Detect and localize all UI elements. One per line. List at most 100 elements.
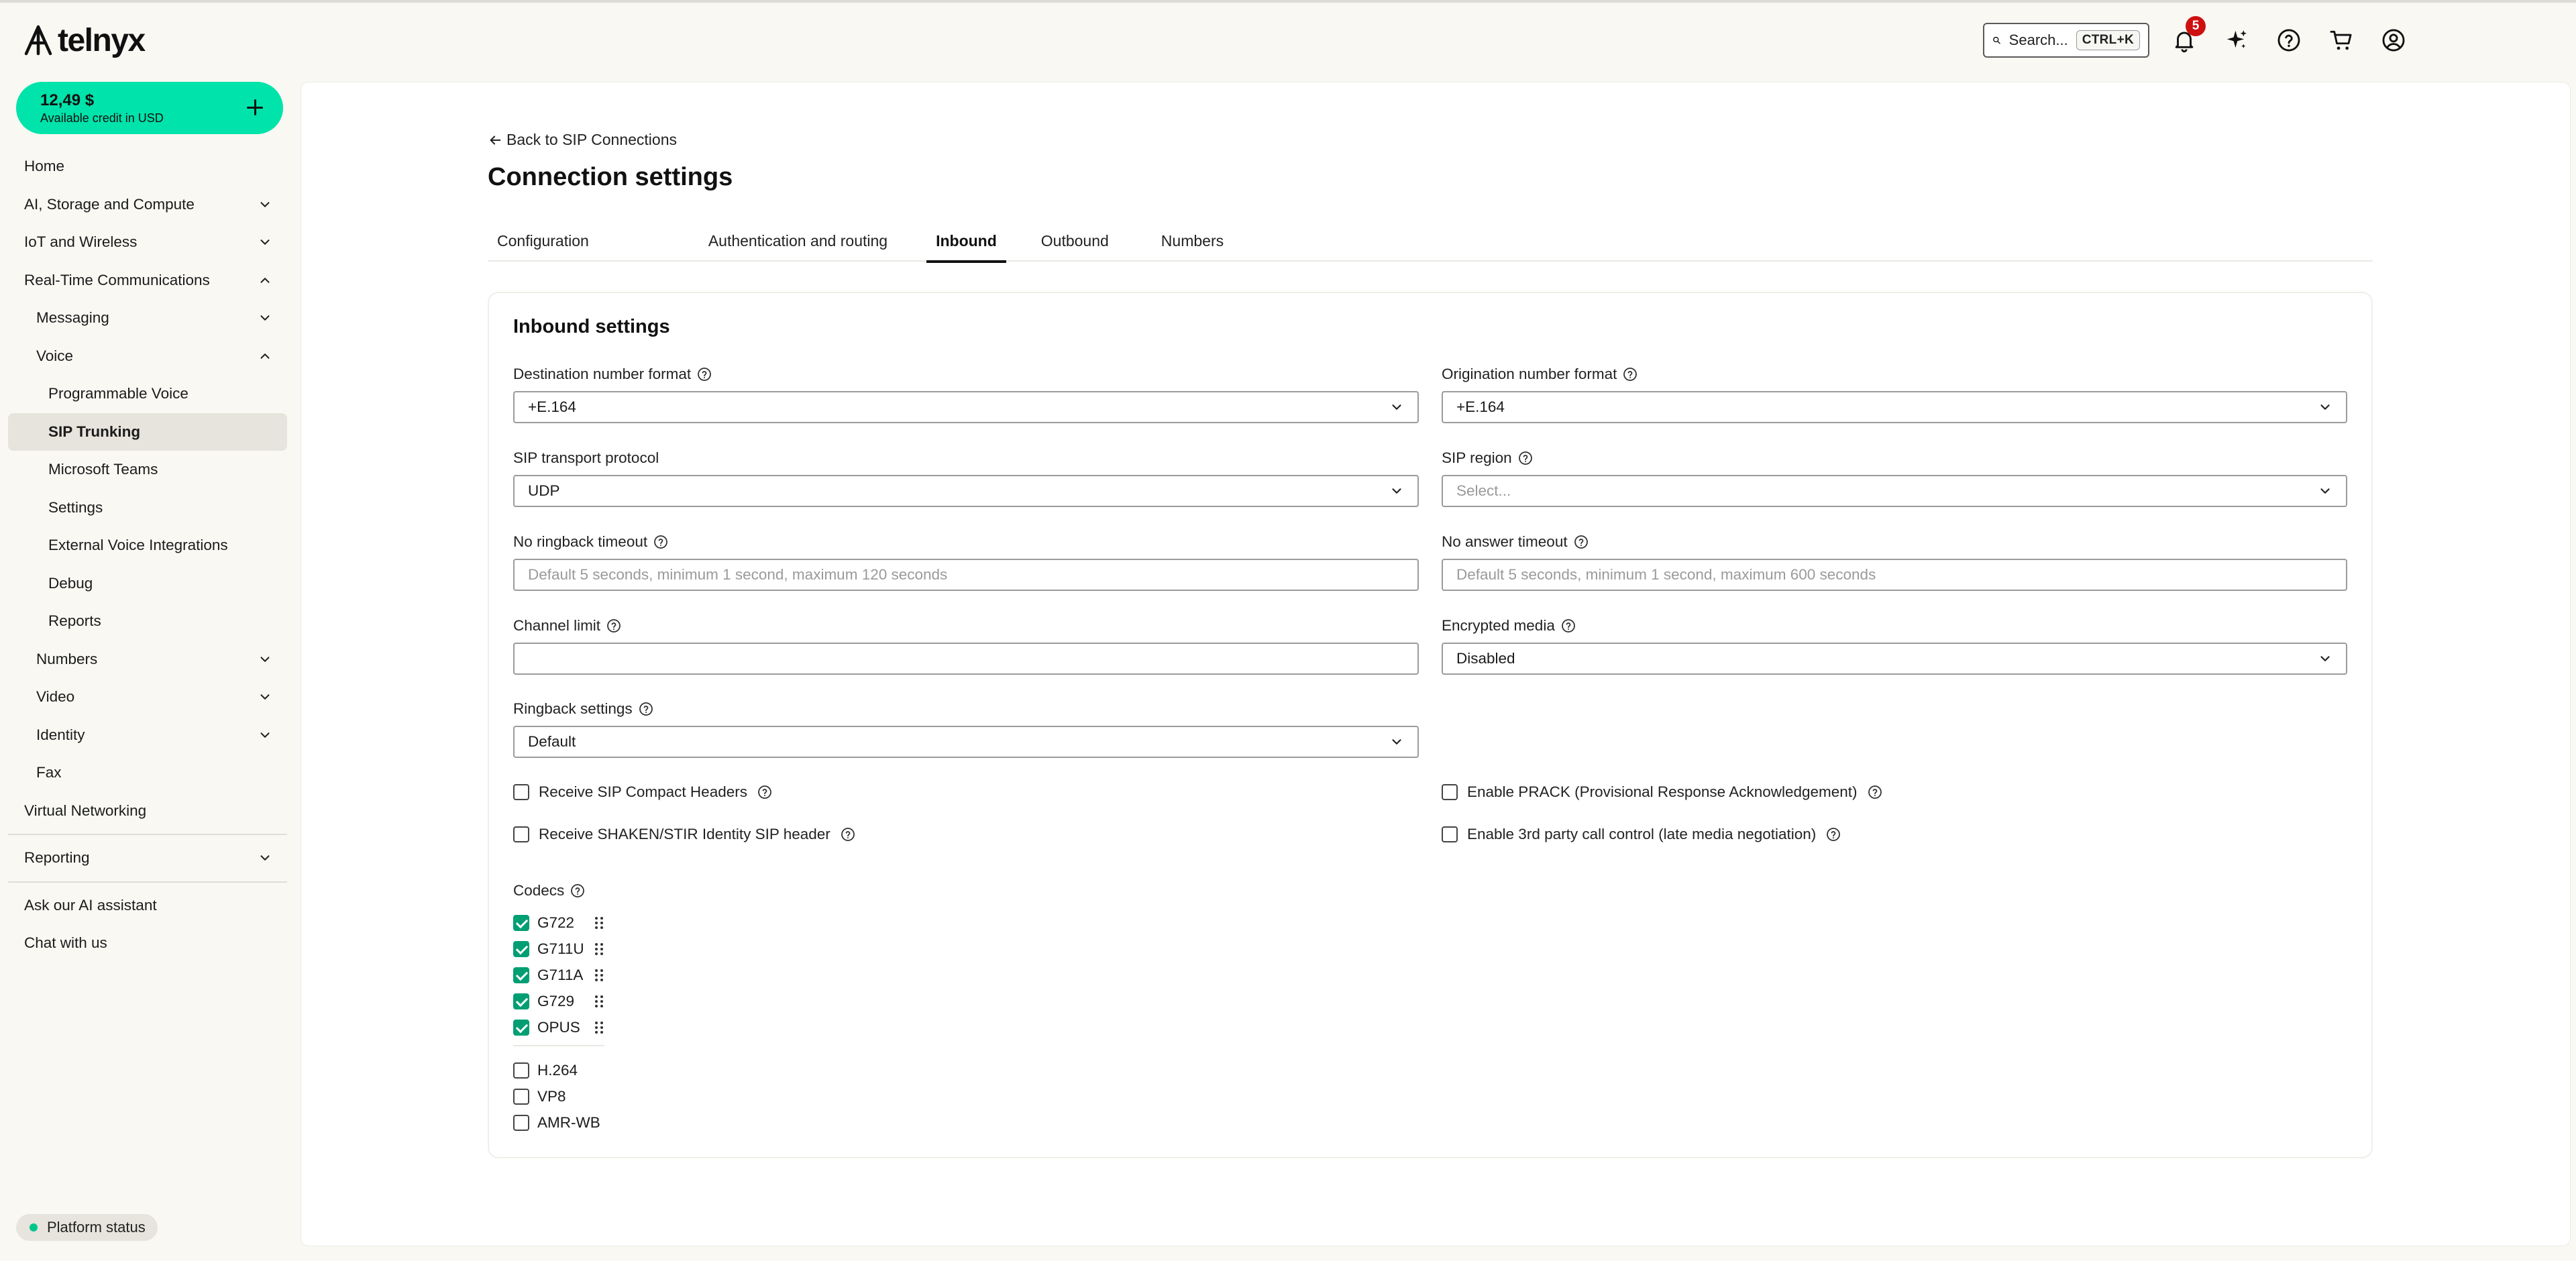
drag-handle-icon[interactable] [594, 994, 604, 1009]
origination-number-format-select[interactable]: +E.164 [1442, 391, 2347, 423]
destination-number-format-select[interactable]: +E.164 [513, 391, 1419, 423]
tab-numbers[interactable]: Numbers [1152, 220, 1233, 262]
sidebar-item-label: Real-Time Communications [24, 271, 210, 288]
codec-label: G729 [537, 993, 575, 1009]
codec-item-g729[interactable]: G729 [513, 991, 621, 1011]
codec-item-opus[interactable]: OPUS [513, 1018, 621, 1038]
help-circle-icon[interactable] [1867, 784, 1883, 800]
channel-limit-input[interactable] [513, 643, 1419, 675]
sidebar-item-messaging[interactable]: Messaging [8, 299, 287, 337]
field-label: Channel limit [513, 617, 601, 634]
sidebar-item-programmable-voice[interactable]: Programmable Voice [8, 375, 287, 413]
credit-balance-card[interactable]: 12,49 $ Available credit in USD [16, 82, 283, 134]
codec-checkbox[interactable] [513, 1062, 529, 1079]
codec-item-g722[interactable]: G722 [513, 913, 621, 933]
add-credit-icon[interactable] [241, 94, 268, 121]
platform-status-button[interactable]: Platform status [16, 1214, 158, 1241]
prack-option[interactable]: Enable PRACK (Provisional Response Ackno… [1442, 782, 1883, 802]
notifications-button[interactable]: 5 [2167, 16, 2206, 58]
help-circle-icon[interactable] [1560, 618, 1576, 634]
codec-checkbox[interactable] [513, 915, 529, 931]
drag-handle-icon[interactable] [594, 968, 604, 983]
channel-limit-field: Channel limit [513, 616, 1419, 675]
codec-checkbox[interactable] [513, 1089, 529, 1105]
third-party-call-control-option[interactable]: Enable 3rd party call control (late medi… [1442, 824, 1841, 844]
codec-checkbox[interactable] [513, 967, 529, 983]
sidebar-item-external-voice-integrations[interactable]: External Voice Integrations [8, 527, 287, 565]
sidebar-item-virtual-networking[interactable]: Virtual Networking [8, 792, 287, 830]
help-button[interactable] [2271, 23, 2306, 58]
help-circle-icon[interactable] [1622, 366, 1638, 382]
tab-outbound[interactable]: Outbound [1032, 220, 1118, 262]
sidebar-item-label: SIP Trunking [48, 423, 141, 440]
third-party-call-control-checkbox[interactable] [1442, 826, 1458, 842]
sidebar-item-real-time-communications[interactable]: Real-Time Communications [8, 262, 287, 300]
no-answer-timeout-input[interactable]: Default 5 seconds, minimum 1 second, max… [1442, 559, 2347, 591]
sidebar-item-identity[interactable]: Identity [8, 716, 287, 755]
help-circle-icon[interactable] [570, 883, 586, 899]
help-circle-icon[interactable] [638, 701, 654, 717]
codec-label: G711A [537, 967, 584, 983]
help-circle-icon[interactable] [653, 534, 669, 550]
compact-headers-option[interactable]: Receive SIP Compact Headers [513, 782, 773, 802]
help-circle-icon[interactable] [606, 618, 622, 634]
codec-checkbox[interactable] [513, 1020, 529, 1036]
field-label: Destination number format [513, 366, 692, 382]
shaken-stir-checkbox[interactable] [513, 826, 529, 842]
tab-inbound[interactable]: Inbound [926, 220, 1006, 263]
codec-checkbox[interactable] [513, 1115, 529, 1131]
back-link[interactable]: Back to SIP Connections [488, 131, 677, 149]
compact-headers-checkbox[interactable] [513, 784, 529, 800]
help-circle-icon[interactable] [1825, 826, 1841, 842]
telnyx-logo[interactable]: telnyx [23, 20, 146, 60]
codec-checkbox[interactable] [513, 993, 529, 1009]
tab-authentication-routing[interactable]: Authentication and routing [699, 220, 897, 262]
cart-button[interactable] [2324, 23, 2359, 58]
codec-item-g711a[interactable]: G711A [513, 965, 621, 985]
help-circle-icon[interactable] [757, 784, 773, 800]
ringback-settings-select[interactable]: Default [513, 726, 1419, 758]
codec-item-h264[interactable]: H.264 [513, 1060, 621, 1081]
codec-checkbox[interactable] [513, 941, 529, 957]
drag-handle-icon[interactable] [594, 1020, 604, 1035]
shaken-stir-option[interactable]: Receive SHAKEN/STIR Identity SIP header [513, 824, 856, 844]
drag-handle-icon[interactable] [594, 942, 604, 956]
account-button[interactable] [2376, 23, 2411, 58]
search-button[interactable]: Search... CTRL+K [1983, 23, 2149, 58]
sidebar-item-settings[interactable]: Settings [8, 489, 287, 527]
sidebar-item-ai-assistant[interactable]: Ask our AI assistant [8, 887, 287, 925]
encrypted-media-select[interactable]: Disabled [1442, 643, 2347, 675]
input-placeholder: Default 5 seconds, minimum 1 second, max… [528, 566, 948, 583]
help-circle-icon[interactable] [1573, 534, 1589, 550]
ai-sparkle-button[interactable] [2219, 23, 2254, 58]
sidebar-item-iot-wireless[interactable]: IoT and Wireless [8, 223, 287, 262]
sidebar-item-chat[interactable]: Chat with us [8, 924, 287, 963]
drag-handle-icon[interactable] [594, 916, 604, 930]
help-circle-icon[interactable] [840, 826, 856, 842]
codec-item-amr-wb[interactable]: AMR-WB [513, 1113, 621, 1133]
codec-item-vp8[interactable]: VP8 [513, 1087, 621, 1107]
sidebar-item-video[interactable]: Video [8, 678, 287, 716]
sip-transport-protocol-select[interactable]: UDP [513, 475, 1419, 507]
help-circle-icon[interactable] [696, 366, 712, 382]
chevron-down-icon [1392, 404, 1401, 410]
sidebar-item-numbers[interactable]: Numbers [8, 641, 287, 679]
sidebar-item-microsoft-teams[interactable]: Microsoft Teams [8, 451, 287, 489]
tab-bar: Configuration Authentication and routing… [488, 220, 2373, 263]
sidebar-item-fax[interactable]: Fax [8, 754, 287, 792]
help-circle-icon[interactable] [1517, 450, 1534, 466]
sidebar-item-voice[interactable]: Voice [8, 337, 287, 376]
sidebar-item-reports[interactable]: Reports [8, 602, 287, 641]
sidebar-item-label: Virtual Networking [24, 802, 147, 819]
chevron-down-icon [2320, 404, 2330, 410]
sidebar-item-debug[interactable]: Debug [8, 565, 287, 603]
sip-region-select[interactable]: Select... [1442, 475, 2347, 507]
no-ringback-timeout-input[interactable]: Default 5 seconds, minimum 1 second, max… [513, 559, 1419, 591]
codec-item-g711u[interactable]: G711U [513, 939, 621, 959]
sidebar-item-ai-storage-compute[interactable]: AI, Storage and Compute [8, 186, 287, 224]
prack-checkbox[interactable] [1442, 784, 1458, 800]
tab-configuration[interactable]: Configuration [488, 220, 598, 262]
sidebar-item-sip-trunking[interactable]: SIP Trunking [8, 413, 287, 451]
sidebar-item-reporting[interactable]: Reporting [8, 839, 287, 877]
sidebar-item-home[interactable]: Home [8, 148, 287, 186]
